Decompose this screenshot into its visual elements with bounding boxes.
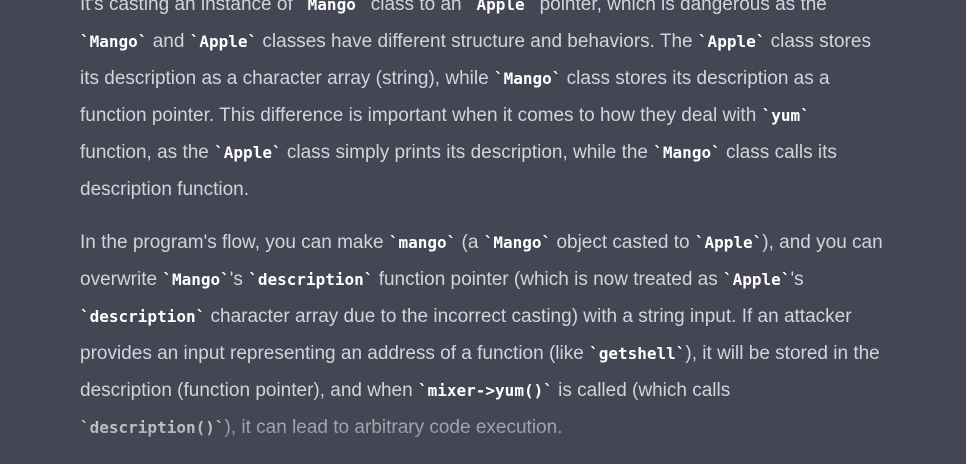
text-run: is called (which calls (552, 380, 731, 401)
inline-code: `Mango` (80, 32, 148, 51)
inline-code: `getshell` (589, 344, 686, 363)
message-paragraph-2: In the program's flow, you can make `man… (80, 224, 966, 446)
text-run: ), and you can (762, 232, 883, 253)
text-run: 's (790, 269, 804, 290)
inline-code: `Mango` (298, 0, 366, 14)
text-run: its description as a character array (st… (80, 68, 494, 89)
inline-code: `description` (248, 270, 374, 289)
assistant-message: It's casting an instance of `Mango` clas… (80, 0, 966, 446)
text-run: In the program's flow, you can make (80, 232, 389, 253)
text-line: function, as the `Apple` class simply pr… (80, 134, 966, 171)
text-run: class simply prints its description, whi… (281, 142, 654, 163)
inline-code: `description()` (80, 418, 225, 437)
text-run: (a (456, 232, 484, 253)
text-run: overwrite (80, 269, 163, 290)
text-line: It's casting an instance of `Mango` clas… (80, 0, 966, 23)
text-run: ), it will be stored in the (685, 343, 880, 364)
inline-code: `Mango` (483, 233, 552, 252)
inline-code: `Apple` (189, 32, 258, 51)
text-line: its description as a character array (st… (80, 60, 966, 97)
message-paragraph-1: It's casting an instance of `Mango` clas… (80, 0, 966, 208)
chat-viewport: It's casting an instance of `Mango` clas… (0, 0, 966, 464)
text-run: character array due to the incorrect cas… (205, 306, 852, 327)
text-run: description (function pointer), and when (80, 380, 418, 401)
inline-code: `mango` (388, 233, 457, 252)
text-run: description function. (80, 179, 249, 200)
text-line: `Mango` and `Apple` classes have differe… (80, 23, 966, 60)
inline-code: `mixer->yum()` (417, 381, 553, 400)
text-line: function pointer. This difference is imp… (80, 97, 966, 134)
text-run: class stores (765, 31, 871, 52)
inline-code: `Mango` (162, 270, 230, 289)
inline-code: `Apple` (697, 32, 766, 51)
text-run: function pointer. This difference is imp… (80, 105, 762, 126)
inline-code: `Mango` (653, 143, 721, 162)
text-run: ), it can lead to arbitrary code executi… (224, 417, 563, 438)
inline-code: `description` (80, 307, 206, 326)
text-run: classes have different structure and beh… (257, 31, 698, 52)
text-line: In the program's flow, you can make `man… (80, 224, 966, 261)
text-line: overwrite `Mango`'s `description` functi… (80, 261, 966, 298)
inline-code: `Apple` (723, 270, 791, 289)
text-run: 's (229, 269, 249, 290)
text-run: function pointer (which is now treated a… (373, 269, 724, 290)
inline-code: `yum` (761, 106, 810, 125)
text-run: function, as the (80, 142, 215, 163)
text-run: and (147, 31, 190, 52)
inline-code: `Apple` (214, 143, 282, 162)
text-line: description function. (80, 171, 966, 208)
text-line: `description` character array due to the… (80, 298, 966, 335)
text-run: class stores its description as a (561, 68, 830, 89)
text-run: It's casting an instance of (80, 0, 299, 15)
inline-code: `Apple` (694, 233, 763, 252)
text-line: description (function pointer), and when… (80, 372, 966, 409)
text-line: `description()`), it can lead to arbitra… (80, 409, 966, 446)
text-run: class to an (365, 0, 467, 15)
text-run: class calls its (720, 142, 837, 163)
text-run: pointer, which is dangerous as the (534, 0, 827, 15)
text-run: object casted to (551, 232, 695, 253)
inline-code: `Mango` (493, 69, 562, 88)
inline-code: `Apple` (466, 0, 535, 14)
text-run: provides an input representing an addres… (80, 343, 590, 364)
text-line: provides an input representing an addres… (80, 335, 966, 372)
